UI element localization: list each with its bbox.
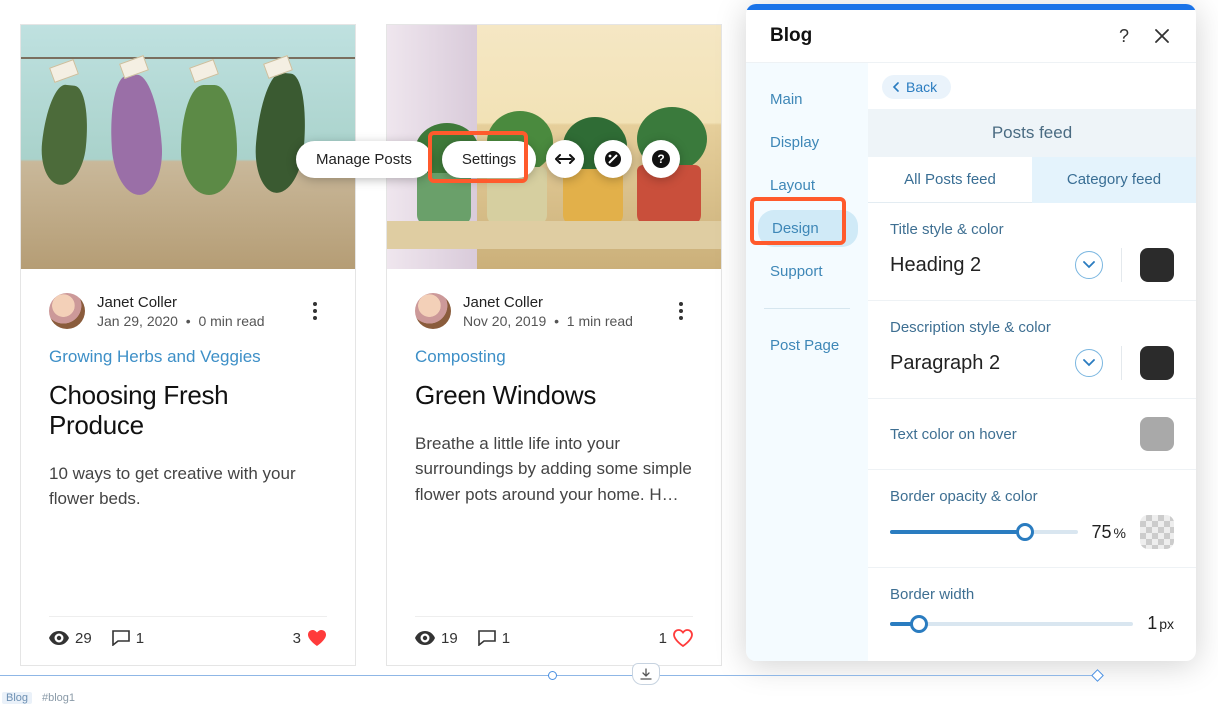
- post-card[interactable]: Janet Coller Nov 20, 2019 • 1 min read C…: [386, 24, 722, 666]
- description-style-dropdown[interactable]: [1075, 349, 1103, 377]
- eye-icon: [49, 631, 69, 645]
- stretch-icon: [555, 152, 575, 166]
- chevron-down-icon: [1083, 261, 1095, 269]
- post-meta: Nov 20, 2019 • 1 min read: [463, 313, 657, 329]
- post-more-button[interactable]: [303, 302, 327, 320]
- option-label: Description style & color: [890, 319, 1174, 336]
- sidebar-item-support[interactable]: Support: [746, 253, 868, 290]
- back-button[interactable]: Back: [882, 75, 951, 99]
- section-heading: Posts feed: [868, 109, 1196, 157]
- border-width-slider[interactable]: [890, 614, 1133, 634]
- author-avatar[interactable]: [49, 293, 85, 329]
- download-button[interactable]: [632, 663, 660, 685]
- post-category-link[interactable]: Growing Herbs and Veggies: [49, 347, 327, 367]
- resize-handle-bottom-center[interactable]: [548, 671, 557, 680]
- feed-tabs: All Posts feed Category feed: [868, 157, 1196, 203]
- comment-icon: [478, 630, 496, 646]
- author-name[interactable]: Janet Coller: [463, 294, 657, 311]
- blog-settings-panel: Blog ? Main Display Layout Design Suppor…: [746, 4, 1196, 661]
- design-presets-button[interactable]: [594, 140, 632, 178]
- panel-sidebar: Main Display Layout Design Support Post …: [746, 63, 868, 661]
- sidebar-item-design[interactable]: Design: [758, 210, 858, 247]
- likes-stat[interactable]: 1: [659, 629, 693, 647]
- option-label: Title style & color: [890, 221, 1174, 238]
- panel-close-button[interactable]: [1150, 24, 1174, 48]
- option-hover-color: Text color on hover: [868, 399, 1196, 470]
- chevron-down-icon: [1083, 359, 1095, 367]
- download-icon: [640, 668, 652, 680]
- post-excerpt: 10 ways to get creative with your flower…: [49, 461, 327, 512]
- resize-handle-bottom-right[interactable]: [1091, 669, 1104, 682]
- option-border-opacity: Border opacity & color 75%: [868, 470, 1196, 568]
- option-label: Text color on hover: [890, 426, 1128, 443]
- likes-stat[interactable]: 3: [293, 629, 327, 647]
- post-excerpt: Breathe a little life into your surround…: [415, 431, 693, 508]
- hover-color-swatch[interactable]: [1140, 417, 1174, 451]
- tab-category-feed[interactable]: Category feed: [1032, 157, 1196, 203]
- close-icon: [1155, 29, 1169, 43]
- option-border-width: Border width 1px: [868, 568, 1196, 652]
- border-opacity-slider[interactable]: [890, 522, 1078, 542]
- sidebar-item-main[interactable]: Main: [746, 81, 868, 118]
- heart-icon: [307, 629, 327, 647]
- author-avatar[interactable]: [415, 293, 451, 329]
- option-description-style: Description style & color Paragraph 2: [868, 301, 1196, 399]
- option-title-style: Title style & color Heading 2: [868, 203, 1196, 301]
- sidebar-item-post-page[interactable]: Post Page: [746, 327, 868, 364]
- panel-help-button[interactable]: ?: [1112, 24, 1136, 48]
- option-label: Border width: [890, 586, 1174, 603]
- tab-all-posts[interactable]: All Posts feed: [868, 157, 1032, 203]
- sidebar-item-layout[interactable]: Layout: [746, 167, 868, 204]
- views-stat: 29: [49, 630, 92, 647]
- post-more-button[interactable]: [669, 302, 693, 320]
- element-type-label: Blog: [2, 692, 32, 704]
- settings-button[interactable]: Settings: [442, 141, 536, 178]
- paint-icon: [603, 149, 623, 169]
- element-toolbar: Manage Posts Settings ?: [296, 140, 680, 178]
- manage-posts-button[interactable]: Manage Posts: [296, 141, 432, 178]
- comments-stat[interactable]: 1: [112, 630, 144, 647]
- eye-icon: [415, 631, 435, 645]
- sidebar-divider: [764, 308, 850, 309]
- element-id-label: #blog1: [42, 692, 75, 704]
- editor-canvas: Janet Coller Jan 29, 2020 • 0 min read G…: [0, 0, 1218, 700]
- stretch-button[interactable]: [546, 140, 584, 178]
- comment-icon: [112, 630, 130, 646]
- title-style-value: Heading 2: [890, 254, 1063, 277]
- post-title[interactable]: Green Windows: [415, 381, 693, 411]
- title-style-dropdown[interactable]: [1075, 251, 1103, 279]
- author-name[interactable]: Janet Coller: [97, 294, 291, 311]
- description-color-swatch[interactable]: [1140, 346, 1174, 380]
- border-color-swatch[interactable]: [1140, 515, 1174, 549]
- post-meta: Jan 29, 2020 • 0 min read: [97, 313, 291, 329]
- chevron-left-icon: [892, 82, 900, 92]
- question-icon: ?: [651, 149, 671, 169]
- panel-title: Blog: [770, 25, 1098, 47]
- heart-icon: [673, 629, 693, 647]
- post-title[interactable]: Choosing Fresh Produce: [49, 381, 327, 441]
- comments-stat[interactable]: 1: [478, 630, 510, 647]
- description-style-value: Paragraph 2: [890, 352, 1063, 375]
- option-label: Border opacity & color: [890, 488, 1174, 505]
- sidebar-item-display[interactable]: Display: [746, 124, 868, 161]
- svg-text:?: ?: [657, 152, 664, 166]
- border-opacity-value: 75%: [1092, 522, 1126, 543]
- views-stat: 19: [415, 630, 458, 647]
- post-card[interactable]: Janet Coller Jan 29, 2020 • 0 min read G…: [20, 24, 356, 666]
- border-width-value: 1px: [1147, 613, 1174, 634]
- help-button[interactable]: ?: [642, 140, 680, 178]
- title-color-swatch[interactable]: [1140, 248, 1174, 282]
- post-category-link[interactable]: Composting: [415, 347, 693, 367]
